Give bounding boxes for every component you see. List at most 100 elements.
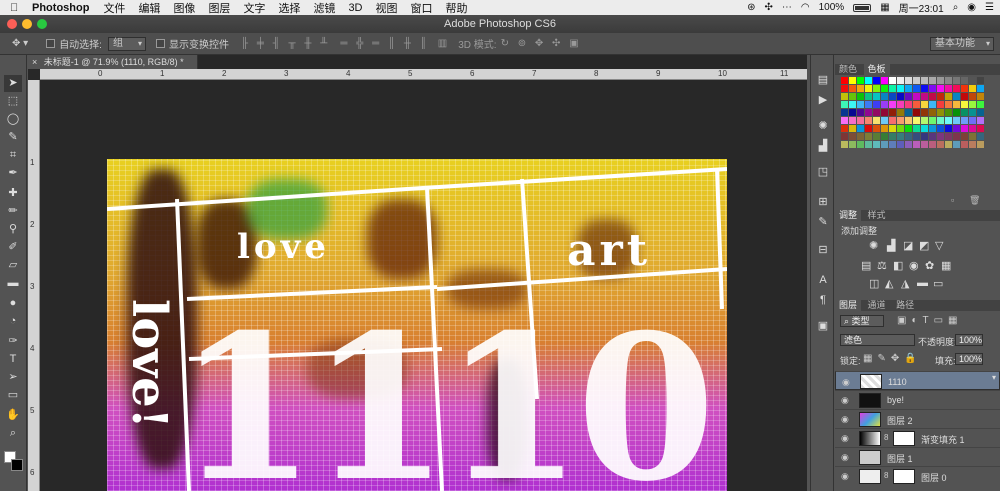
tab-paths[interactable]: 路径	[892, 300, 918, 311]
swatch[interactable]	[969, 77, 976, 84]
new-swatch-icon[interactable]: ▫	[951, 195, 954, 205]
swatch[interactable]	[889, 93, 896, 100]
swatch[interactable]	[905, 109, 912, 116]
swatch[interactable]	[905, 85, 912, 92]
swatch[interactable]	[961, 133, 968, 140]
swatch[interactable]	[905, 125, 912, 132]
swatch[interactable]	[969, 141, 976, 148]
swatch[interactable]	[841, 133, 848, 140]
swatch[interactable]	[969, 101, 976, 108]
battery-icon[interactable]	[853, 3, 872, 12]
menu-help[interactable]: 帮助	[446, 0, 468, 16]
swatch[interactable]	[849, 125, 856, 132]
swatch[interactable]	[865, 125, 872, 132]
swatch[interactable]	[897, 77, 904, 84]
swatch[interactable]	[905, 133, 912, 140]
swatch[interactable]	[889, 117, 896, 124]
swatch[interactable]	[841, 93, 848, 100]
swatch[interactable]	[913, 77, 920, 84]
layer-name[interactable]: 图层 0	[921, 471, 947, 484]
swatch[interactable]	[881, 77, 888, 84]
swatch[interactable]	[921, 93, 928, 100]
auto-select-dropdown[interactable]: 组	[107, 36, 146, 51]
layer-name[interactable]: 渐变填充 1	[921, 433, 965, 446]
tab-adjustments[interactable]: 调整	[835, 210, 862, 221]
clone-source-icon[interactable]: ⊟	[815, 243, 831, 257]
swatch[interactable]	[945, 93, 952, 100]
swatch[interactable]	[849, 85, 856, 92]
swatch[interactable]	[913, 125, 920, 132]
swatch[interactable]	[841, 109, 848, 116]
swatch[interactable]	[897, 109, 904, 116]
swatch[interactable]	[905, 77, 912, 84]
swatch[interactable]	[937, 109, 944, 116]
swatch[interactable]	[961, 141, 968, 148]
swatch[interactable]	[873, 85, 880, 92]
swatch[interactable]	[913, 101, 920, 108]
invert-icon[interactable]: ◫	[869, 277, 879, 290]
swatch[interactable]	[865, 93, 872, 100]
type-tool-icon[interactable]: T	[4, 351, 22, 368]
close-document-icon[interactable]: ×	[32, 57, 37, 67]
swatch[interactable]	[969, 133, 976, 140]
swatch[interactable]	[865, 141, 872, 148]
swatch[interactable]	[929, 93, 936, 100]
path-select-tool-icon[interactable]: ➢	[4, 369, 22, 386]
swatch[interactable]	[881, 85, 888, 92]
visibility-eye-icon[interactable]: ◉	[841, 471, 849, 482]
layer-row[interactable]: ◉ bye!	[835, 390, 1000, 409]
swatch[interactable]	[873, 141, 880, 148]
swatch[interactable]	[977, 117, 984, 124]
swatch[interactable]	[929, 125, 936, 132]
swatch[interactable]	[889, 125, 896, 132]
swatch[interactable]	[945, 133, 952, 140]
swatch[interactable]	[953, 117, 960, 124]
swatch[interactable]	[921, 133, 928, 140]
menu-view[interactable]: 视图	[376, 0, 398, 16]
brightness-icon[interactable]: ✺	[869, 239, 878, 252]
vibrance-icon[interactable]: ▽	[935, 239, 943, 252]
layer-filter-dropdown[interactable]: ⌕ 类型	[840, 315, 884, 327]
swatch[interactable]	[857, 133, 864, 140]
layer-name[interactable]: bye!	[887, 395, 904, 405]
gradient-tool-icon[interactable]: ▬	[4, 275, 22, 292]
crop-tool-icon[interactable]: ⌗	[4, 147, 22, 164]
swatch[interactable]	[937, 133, 944, 140]
swatch[interactable]	[873, 93, 880, 100]
swatch[interactable]	[937, 101, 944, 108]
layer-row[interactable]: ◉ 图层 1	[835, 447, 1000, 466]
layer-name[interactable]: 图层 2	[887, 414, 913, 427]
quick-select-tool-icon[interactable]: ✎	[4, 129, 22, 146]
swatch[interactable]	[921, 109, 928, 116]
swatch[interactable]	[897, 101, 904, 108]
healing-brush-tool-icon[interactable]: ✚	[4, 185, 22, 202]
swatch[interactable]	[889, 141, 896, 148]
menu-3d[interactable]: 3D	[348, 2, 362, 14]
flag-icon[interactable]: ▦	[880, 2, 889, 13]
swatch[interactable]	[977, 125, 984, 132]
visibility-eye-icon[interactable]: ◉	[841, 433, 849, 444]
visibility-eye-icon[interactable]: ◉	[841, 452, 849, 463]
swatch[interactable]	[889, 85, 896, 92]
swatch[interactable]	[937, 93, 944, 100]
app-menu-photoshop[interactable]: Photoshop	[32, 2, 89, 14]
swatch[interactable]	[841, 85, 848, 92]
gradient-map-icon[interactable]: ▭	[933, 277, 943, 290]
swatch[interactable]	[977, 141, 984, 148]
swatch[interactable]	[849, 133, 856, 140]
swatch[interactable]	[953, 141, 960, 148]
info-panel-icon[interactable]: ▣	[815, 319, 831, 333]
character-panel-icon[interactable]: A	[815, 273, 831, 287]
swatch[interactable]	[905, 141, 912, 148]
swatch[interactable]	[865, 133, 872, 140]
swatch[interactable]	[881, 93, 888, 100]
swatch[interactable]	[961, 93, 968, 100]
swatch[interactable]	[929, 117, 936, 124]
brush-panel-icon[interactable]: ✎	[815, 215, 831, 229]
3d-mode-icons[interactable]: ↻ ⊚ ✥ ✣ ▣	[501, 38, 582, 49]
swatch[interactable]	[945, 117, 952, 124]
swatch[interactable]	[889, 109, 896, 116]
swatch[interactable]	[905, 101, 912, 108]
swatch[interactable]	[865, 85, 872, 92]
move-tool-icon[interactable]: ➤	[4, 75, 22, 92]
